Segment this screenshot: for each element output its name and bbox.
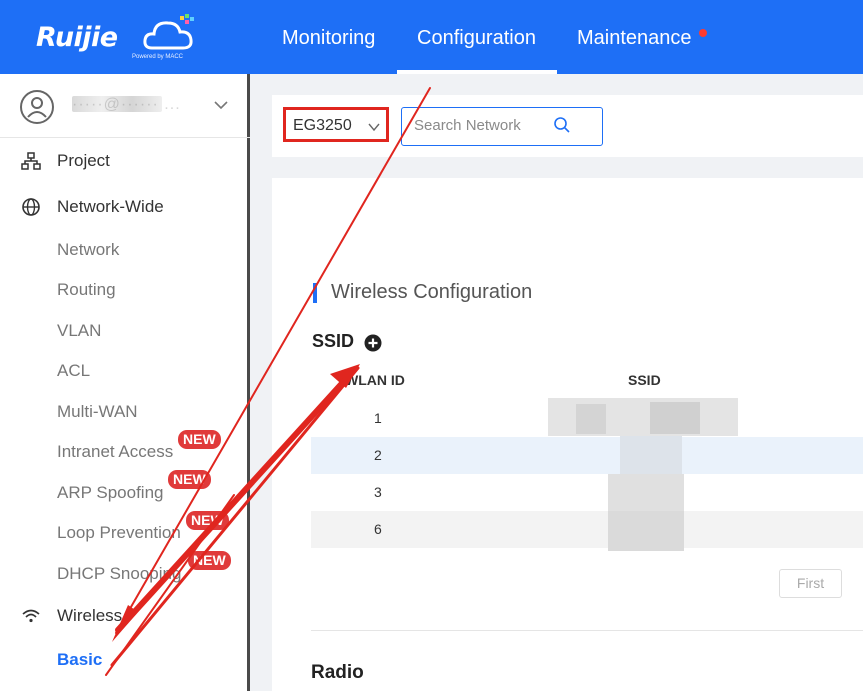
section-title: Wireless Configuration	[331, 281, 533, 303]
sidebar-item-acl[interactable]: ACL	[57, 361, 90, 381]
ssid-title: SSID	[312, 331, 355, 351]
sidebar-item-project[interactable]: Project	[57, 151, 110, 171]
nav-monitoring[interactable]: Monitoring	[282, 27, 375, 50]
sidebar-item-intranet-access[interactable]: Intranet Access	[57, 442, 173, 462]
pager-first-button[interactable]: First	[779, 569, 842, 598]
search-network-box[interactable]	[401, 107, 603, 146]
table-row[interactable]: 2	[311, 437, 863, 474]
new-badge: NEW	[168, 470, 211, 489]
ruijie-logo[interactable]: Ruijie Powered by MACC	[36, 12, 206, 64]
project-tree-icon	[21, 152, 41, 170]
col-header-wlan-id: WLAN ID	[345, 372, 405, 388]
wlan-id-cell: 1	[374, 410, 382, 426]
logo-subtitle: Powered by MACC	[132, 54, 184, 60]
globe-icon	[22, 198, 40, 216]
avatar	[20, 90, 54, 124]
new-badge: NEW	[186, 511, 229, 530]
nav-configuration[interactable]: Configuration	[417, 27, 536, 50]
device-select[interactable]: EG3250	[283, 107, 389, 142]
sidebar-item-dhcp-snooping[interactable]: DHCP Snooping	[57, 564, 181, 584]
app-root: Ruijie Powered by MACC Monitoring Config…	[0, 0, 863, 691]
device-select-value: EG3250	[293, 117, 352, 134]
section-accent-bar	[313, 283, 317, 303]
table-row[interactable]: 6	[311, 511, 863, 548]
cloud-logo-icon	[143, 14, 194, 50]
user-name: ·····@······ ...	[72, 96, 181, 113]
sidebar-item-network-wide[interactable]: Network-Wide	[57, 197, 164, 217]
search-input[interactable]	[414, 117, 554, 134]
sidebar-item-basic[interactable]: Basic	[57, 650, 102, 670]
sidebar-item-routing[interactable]: Routing	[57, 280, 116, 300]
search-icon[interactable]	[553, 116, 571, 134]
new-badge: NEW	[188, 551, 231, 570]
section-divider	[311, 630, 863, 631]
top-bar: Ruijie Powered by MACC Monitoring Config…	[0, 0, 863, 74]
sidebar-item-arp-spoofing[interactable]: ARP Spoofing	[57, 483, 163, 503]
sidebar-item-wireless[interactable]: Wireless	[57, 606, 122, 626]
col-header-ssid: SSID	[628, 372, 661, 388]
nav-active-indicator	[397, 70, 557, 74]
chevron-down-icon[interactable]	[214, 98, 228, 112]
sidebar-item-loop-prevention[interactable]: Loop Prevention	[57, 523, 181, 543]
add-ssid-icon[interactable]	[364, 334, 382, 352]
sidebar-item-network[interactable]: Network	[57, 240, 119, 260]
wifi-icon	[22, 609, 40, 623]
user-icon	[27, 97, 47, 118]
sidebar-item-vlan[interactable]: VLAN	[57, 321, 101, 341]
sidebar-item-multi-wan[interactable]: Multi-WAN	[57, 402, 138, 422]
new-badge: NEW	[178, 430, 221, 449]
wlan-id-cell: 3	[374, 484, 382, 500]
logo-text: Ruijie	[36, 22, 118, 53]
nav-maintenance[interactable]: Maintenance	[577, 27, 692, 50]
notification-dot	[699, 29, 707, 37]
radio-title: Radio	[311, 662, 364, 683]
chevron-down-icon	[368, 123, 380, 132]
wlan-id-cell: 2	[374, 447, 382, 463]
wlan-id-cell: 6	[374, 521, 382, 537]
table-row[interactable]: 3	[311, 474, 863, 511]
user-switcher[interactable]: ·····@······ ...	[0, 74, 250, 138]
